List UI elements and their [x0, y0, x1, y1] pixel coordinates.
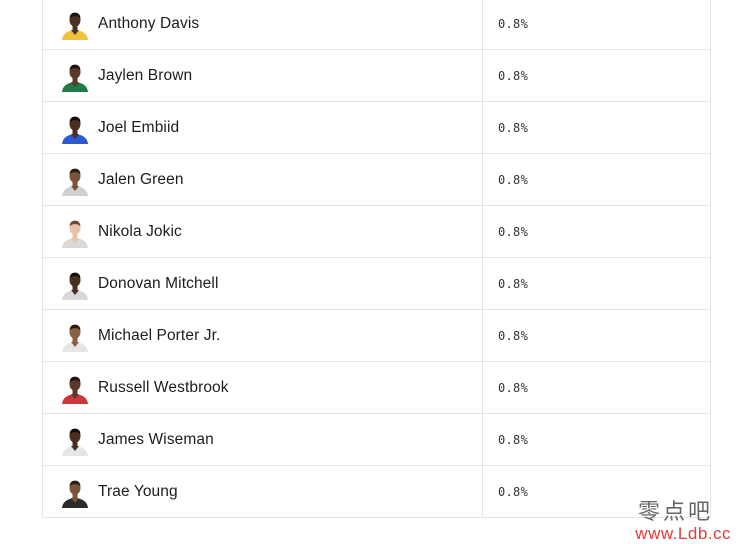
- watermark-chinese: 零点吧: [637, 500, 713, 525]
- percentage-value: 0.8%: [498, 432, 529, 447]
- percentage-value: 0.8%: [498, 224, 529, 239]
- player-headshot-icon: [59, 8, 91, 40]
- player-name: Joel Embiid: [98, 118, 180, 136]
- percentage-value: 0.8%: [498, 172, 529, 187]
- player-headshot-icon: [59, 372, 91, 404]
- player-name: James Wiseman: [98, 430, 214, 448]
- percentage-value: 0.8%: [498, 380, 529, 395]
- player-cell: Anthony Davis: [43, 0, 483, 49]
- player-name: Trae Young: [98, 482, 178, 500]
- player-cell: Jaylen Brown: [43, 50, 483, 101]
- table-row: Donovan Mitchell 0.8%: [43, 258, 710, 310]
- player-headshot-icon: [59, 424, 91, 456]
- player-name: Nikola Jokic: [98, 222, 182, 240]
- player-headshot-icon: [59, 60, 91, 92]
- table-row: Nikola Jokic 0.8%: [43, 206, 710, 258]
- player-headshot-icon: [59, 476, 91, 508]
- player-headshot-icon: [59, 216, 91, 248]
- player-cell: Nikola Jokic: [43, 206, 483, 257]
- player-table: Anthony Davis 0.8% Jaylen Brown 0.8% Joel Em…: [42, 0, 711, 518]
- player-cell: Joel Embiid: [43, 102, 483, 153]
- player-cell: Jalen Green: [43, 154, 483, 205]
- player-name: Michael Porter Jr.: [98, 326, 221, 344]
- percentage-value: 0.8%: [498, 16, 529, 31]
- player-headshot-icon: [59, 164, 91, 196]
- percentage-value: 0.8%: [498, 120, 529, 135]
- player-cell: Trae Young: [43, 466, 483, 517]
- percentage-value: 0.8%: [498, 328, 529, 343]
- table-row: Joel Embiid 0.8%: [43, 102, 710, 154]
- player-headshot-icon: [59, 112, 91, 144]
- player-name: Jalen Green: [98, 170, 184, 188]
- percentage-value: 0.8%: [498, 276, 529, 291]
- table-row: Jaylen Brown 0.8%: [43, 50, 710, 102]
- player-headshot-icon: [59, 320, 91, 352]
- table-row: Jalen Green 0.8%: [43, 154, 710, 206]
- table-row: James Wiseman 0.8%: [43, 414, 710, 466]
- player-name: Anthony Davis: [98, 14, 200, 32]
- player-cell: Russell Westbrook: [43, 362, 483, 413]
- percentage-value: 0.8%: [498, 68, 529, 83]
- player-headshot-icon: [59, 268, 91, 300]
- table-row: Trae Young 0.8%: [43, 466, 710, 518]
- table-row: Russell Westbrook 0.8%: [43, 362, 710, 414]
- watermark-url: www.Ldb.cc: [635, 524, 731, 543]
- player-cell: James Wiseman: [43, 414, 483, 465]
- table-row: Michael Porter Jr. 0.8%: [43, 310, 710, 362]
- player-cell: Michael Porter Jr.: [43, 310, 483, 361]
- table-row: Anthony Davis 0.8%: [43, 0, 710, 50]
- player-name: Jaylen Brown: [98, 66, 193, 84]
- player-name: Donovan Mitchell: [98, 274, 219, 292]
- player-name: Russell Westbrook: [98, 378, 229, 396]
- player-cell: Donovan Mitchell: [43, 258, 483, 309]
